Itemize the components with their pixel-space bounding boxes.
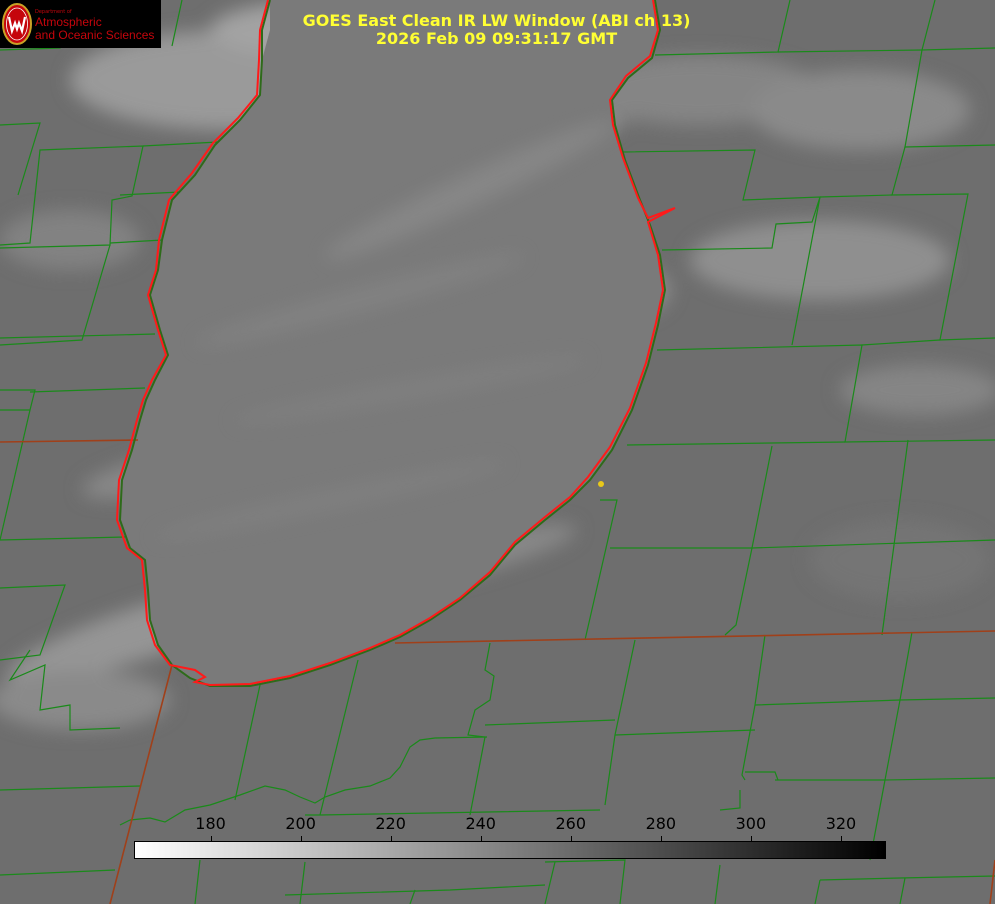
colorbar-tick-label: 240 [465, 814, 496, 833]
colorbar-tick-mark [571, 836, 572, 842]
colorbar-tick-label: 320 [825, 814, 857, 833]
map-canvas [0, 0, 995, 904]
colorbar-tick-mark [301, 836, 302, 842]
title-line1: GOES East Clean IR LW Window (ABI ch 13) [302, 11, 691, 30]
title-line2: 2026 Feb 09 09:31:17 GMT [375, 29, 618, 48]
colorbar-tick-label: 280 [645, 814, 677, 833]
colorbar-tick-mark [841, 836, 842, 842]
colorbar-tick-label: 260 [555, 814, 587, 833]
colorbar-tick-mark [751, 836, 752, 842]
colorbar-tick-mark [481, 836, 482, 842]
colorbar-tick-mark [391, 836, 392, 842]
colorbar-tick-label: 200 [285, 814, 316, 833]
image-title: GOES East Clean IR LW Window (ABI ch 13)… [0, 12, 995, 48]
colorbar-tick-mark [661, 836, 662, 842]
colorbar-tick-mark [211, 836, 212, 842]
colorbar-tick-label: 220 [375, 814, 406, 833]
satellite-image: Department of Atmospheric and Oceanic Sc… [0, 0, 995, 904]
colorbar-tick-label: 300 [735, 814, 767, 833]
colorbar-tick-label: 180 [195, 814, 226, 833]
temperature-colorbar [134, 841, 886, 859]
station-marker [598, 481, 604, 487]
